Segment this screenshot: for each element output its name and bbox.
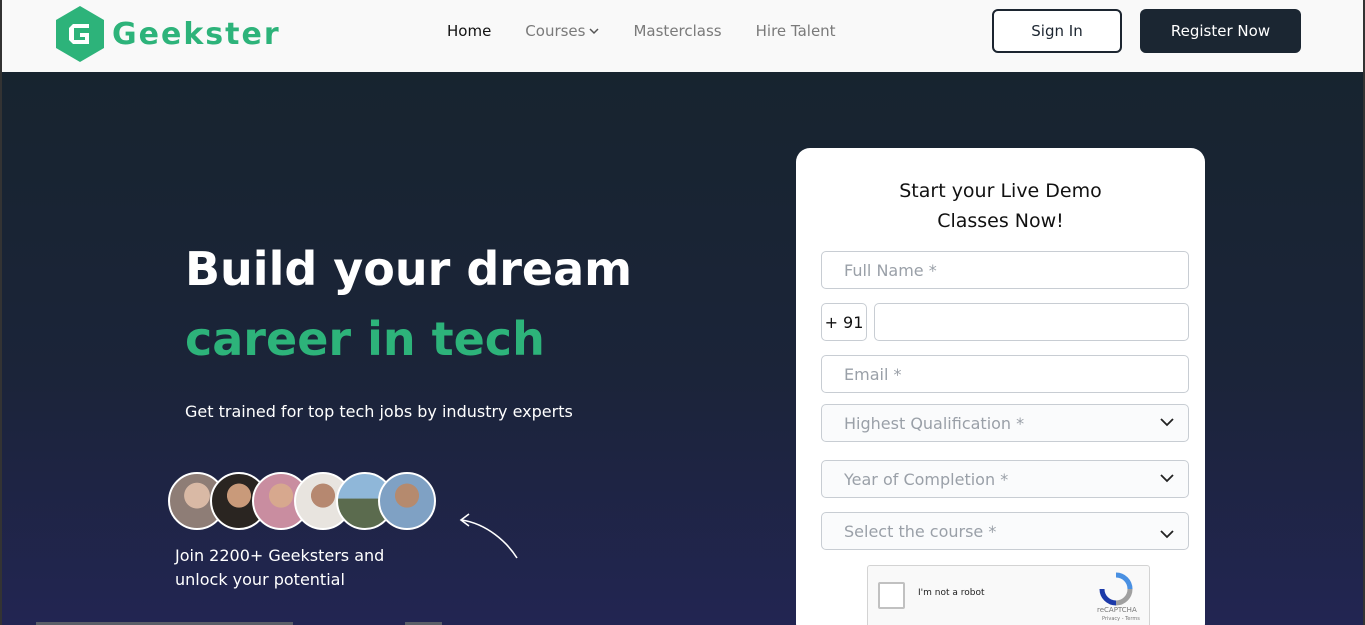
recaptcha-checkbox[interactable] xyxy=(878,582,905,609)
geekster-hexagon-icon xyxy=(56,6,104,62)
qualification-placeholder: Highest Qualification * xyxy=(844,413,1025,433)
nav-hire-talent-label: Hire Talent xyxy=(755,22,836,40)
phone-input[interactable] xyxy=(874,303,1189,341)
hero-subtitle: Get trained for top tech jobs by industr… xyxy=(185,402,573,421)
recaptcha-logo-icon xyxy=(1099,572,1133,606)
join-line-2: unlock your potential xyxy=(175,570,345,589)
join-text: Join 2200+ Geeksters and unlock your pot… xyxy=(175,544,384,592)
join-line-1: Join 2200+ Geeksters and xyxy=(175,546,385,565)
year-placeholder: Year of Completion * xyxy=(844,469,1009,489)
email-placeholder: Email * xyxy=(844,364,902,384)
nav-courses[interactable]: Courses xyxy=(525,22,600,40)
hero-section: Build your dream career in tech Get trai… xyxy=(0,72,1365,625)
register-now-button[interactable]: Register Now xyxy=(1140,9,1301,53)
nav-courses-label: Courses xyxy=(525,22,586,40)
main-nav: Home Courses Masterclass Hire Talent xyxy=(447,22,870,40)
country-code-field[interactable]: + 91 xyxy=(821,303,867,341)
form-title-line-2: Classes Now! xyxy=(937,210,1064,232)
email-input[interactable]: Email * xyxy=(821,355,1189,393)
nav-masterclass-label: Masterclass xyxy=(633,22,722,40)
full-name-placeholder: Full Name * xyxy=(844,260,937,280)
hero-title-highlight: career in tech xyxy=(185,312,545,366)
hero-title: Build your dream xyxy=(185,242,633,296)
form-title-line-1: Start your Live Demo xyxy=(899,180,1102,202)
chevron-down-icon xyxy=(1160,527,1174,543)
top-nav-bar: Geekster Home Courses Masterclass Hire T… xyxy=(0,0,1365,72)
course-select[interactable]: Select the course * xyxy=(821,512,1189,550)
recaptcha-brand: reCAPTCHA xyxy=(1097,606,1137,614)
chevron-down-icon xyxy=(1160,471,1174,487)
nav-home[interactable]: Home xyxy=(447,22,491,40)
sign-in-button[interactable]: Sign In xyxy=(992,9,1122,53)
nav-masterclass[interactable]: Masterclass xyxy=(633,22,721,40)
chevron-down-icon xyxy=(589,25,600,38)
full-name-input[interactable]: Full Name * xyxy=(821,251,1189,289)
recaptcha-label: I'm not a robot xyxy=(918,588,985,598)
qualification-select[interactable]: Highest Qualification * xyxy=(821,404,1189,442)
chevron-down-icon xyxy=(1160,415,1174,431)
curved-arrow-icon xyxy=(459,513,518,559)
brand-name: Geekster xyxy=(112,16,281,52)
course-placeholder: Select the course * xyxy=(844,521,997,541)
avatar-group xyxy=(168,472,436,530)
recaptcha-widget: I'm not a robot reCAPTCHA Privacy - Term… xyxy=(867,565,1150,625)
year-of-completion-select[interactable]: Year of Completion * xyxy=(821,460,1189,498)
nav-home-label: Home xyxy=(447,22,492,40)
avatar xyxy=(378,472,436,530)
form-title: Start your Live Demo Classes Now! xyxy=(796,176,1205,236)
nav-hire-talent[interactable]: Hire Talent xyxy=(756,22,836,40)
geekster-logo[interactable]: Geekster xyxy=(56,6,281,62)
recaptcha-terms-link[interactable]: Privacy - Terms xyxy=(1102,616,1140,622)
demo-signup-form: Start your Live Demo Classes Now! Full N… xyxy=(796,148,1205,625)
